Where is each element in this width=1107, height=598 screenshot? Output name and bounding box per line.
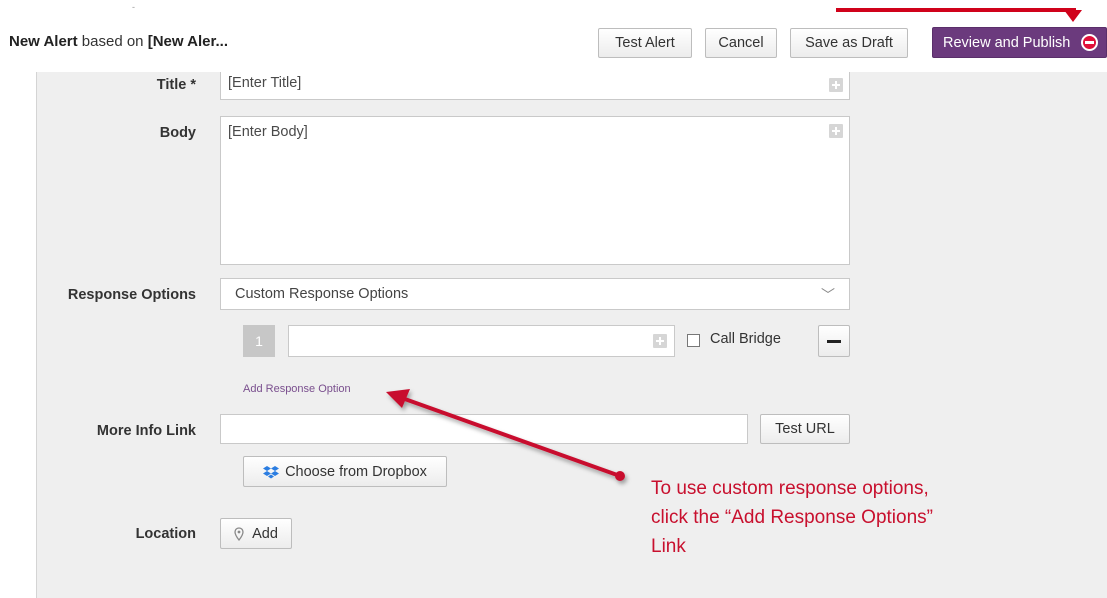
tiny-mark: - [132,2,135,12]
plus-square-icon[interactable] [829,124,843,138]
annotation-line: Link [651,536,686,557]
response-option-number: 1 [243,325,275,357]
response-option-input[interactable] [288,325,675,357]
location-label: Location [135,526,196,542]
page-title: New Alert based on [New Aler... [9,33,228,50]
annotation-line: To use custom response options, [651,478,929,499]
body-label: Body [159,125,196,141]
more-info-link-label: More Info Link [96,423,196,439]
body-textarea[interactable]: [Enter Body] [220,116,850,265]
callout-pointer [1064,10,1082,22]
title-label: Title * [156,77,196,93]
annotation-line: click the “Add Response Options” [651,507,933,528]
more-info-link-input[interactable] [220,414,748,444]
review-and-publish-button[interactable]: Review and Publish [932,27,1107,58]
page-title-prefix: New Alert [9,33,78,50]
page-title-suffix: [New Aler... [147,33,229,50]
response-options-select[interactable]: Custom Response Options ﹀ [220,278,850,310]
dropbox-icon [263,465,280,478]
plus-square-icon[interactable] [653,334,667,348]
call-bridge-label: Call Bridge [710,331,781,347]
cancel-button[interactable]: Cancel [705,28,777,58]
map-pin-icon [234,526,244,541]
test-alert-button[interactable]: Test Alert [598,28,692,58]
choose-from-dropbox-label: Choose from Dropbox [285,463,427,480]
minus-circle-icon [1081,34,1098,51]
call-bridge-checkbox[interactable] [687,334,700,347]
review-and-publish-label: Review and Publish [943,34,1071,51]
body-textarea-value: [Enter Body] [228,124,308,140]
page-title-mid: based on [77,33,148,50]
top-bar: - New Alert based on [New Aler... Test A… [0,0,1107,72]
save-as-draft-button[interactable]: Save as Draft [790,28,908,58]
annotation-text: To use custom response options, click th… [651,474,1011,561]
callout-bar [836,8,1076,12]
title-input-value: [Enter Title] [228,75,302,91]
add-response-option-link[interactable]: Add Response Option [243,383,351,395]
minus-icon[interactable] [818,325,850,357]
response-options-label: Response Options [67,287,196,303]
response-options-selected: Custom Response Options [235,286,409,302]
title-input[interactable]: [Enter Title] [220,72,850,100]
plus-square-icon[interactable] [829,78,843,92]
location-add-button[interactable]: Add [220,518,292,549]
test-url-button[interactable]: Test URL [760,414,850,444]
chevron-down-icon: ﹀ [821,287,835,303]
choose-from-dropbox-button[interactable]: Choose from Dropbox [243,456,447,487]
location-add-label: Add [252,525,278,542]
